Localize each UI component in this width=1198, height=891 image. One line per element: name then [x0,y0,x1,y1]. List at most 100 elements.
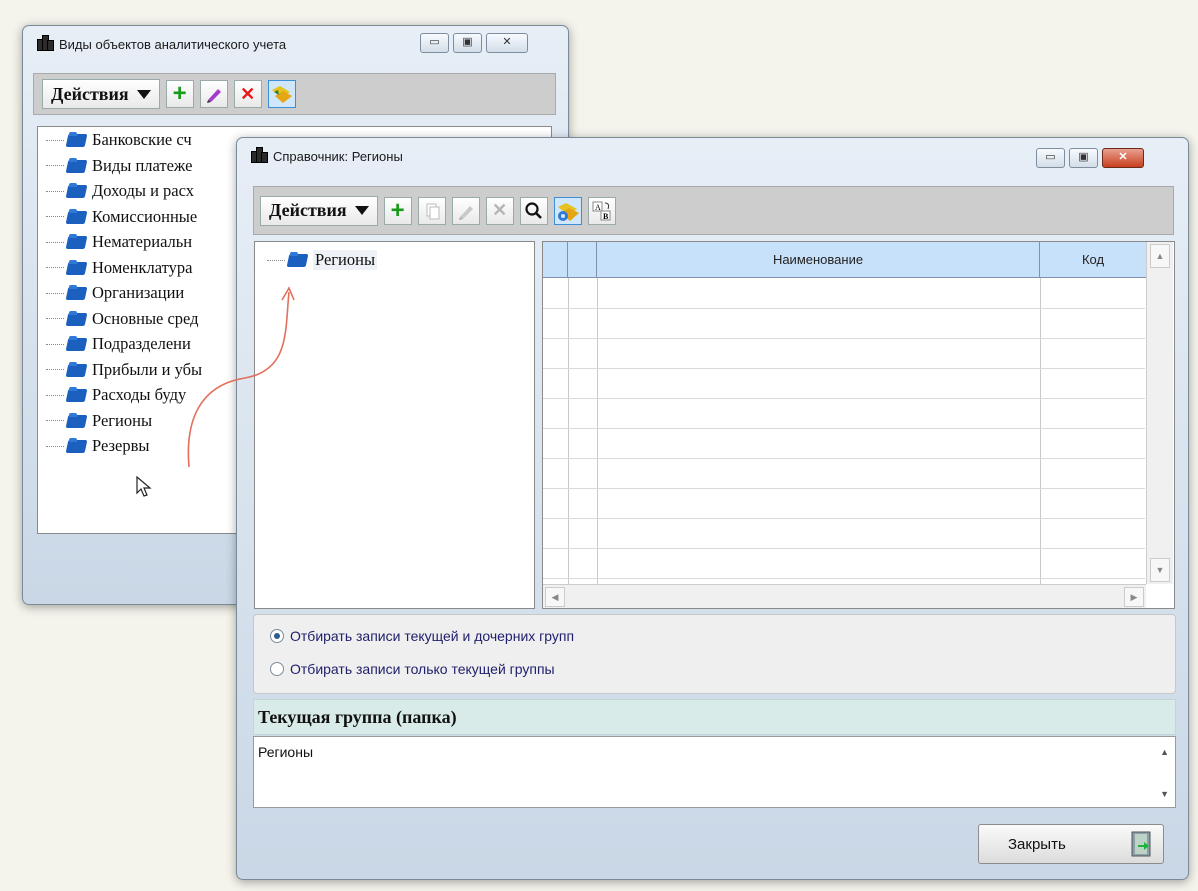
radio-unchecked-icon[interactable] [270,662,284,676]
maximize-button[interactable]: ▣ [453,33,482,53]
exit-door-icon [1131,831,1151,857]
folder-icon [66,157,88,174]
scroll-down-arrow-icon[interactable]: ▼ [1150,558,1170,582]
scroll-up-arrow-icon[interactable]: ▲ [1160,747,1169,757]
grid-row-line [543,458,1145,459]
scroll-up-arrow-icon[interactable]: ▲ [1150,244,1170,268]
tree-item-regions[interactable]: Регионы [267,250,378,270]
close-button[interactable]: Закрыть [978,824,1164,864]
folders-gear-icon [557,202,579,221]
plus-icon: + [172,80,187,107]
edit-button[interactable] [451,196,480,225]
current-group-field[interactable]: Регионы ▲ ▼ [253,736,1176,808]
edit-button[interactable] [199,80,228,108]
minimize-button[interactable]: ▭ [420,33,449,53]
tree-item[interactable]: Комиссионные [46,207,197,227]
delete-x-icon: ✕ [492,200,508,220]
filter-option-label: Отбирать записи текущей и дочерних групп [290,628,575,644]
svg-text:A: A [595,203,601,212]
tree-item[interactable]: Резервы [46,436,149,456]
grid-header-name-label: Наименование [772,252,864,267]
grid-row-line [543,518,1145,519]
records-grid[interactable]: Наименование Код ▲ ▼ ◀ ▶ [542,241,1175,609]
front-tree: Регионы [254,241,535,609]
tree-item[interactable]: Основные сред [46,309,199,329]
tree-item[interactable]: Номенклатура [46,258,192,278]
actions-menu-label: Действия [51,83,129,104]
grid-column-line [568,278,569,584]
search-button[interactable] [519,196,548,225]
folder-icon [66,310,88,327]
search-icon [525,201,542,219]
scroll-right-arrow-icon[interactable]: ▶ [1124,587,1144,607]
tree-connector [46,318,64,319]
tree-connector [46,394,64,396]
grid-row-line [543,338,1145,339]
current-group-title: Текущая группа (папка) [258,706,457,727]
actions-menu-button[interactable]: Действия [42,79,160,109]
maximize-button[interactable]: ▣ [1069,148,1098,168]
filter-option-current-only[interactable]: Отбирать записи только текущей группы [270,661,555,677]
tree-item[interactable]: Расходы буду [46,385,186,405]
tree-item[interactable]: Подразделени [46,334,191,354]
vertical-scrollbar[interactable]: ▲ ▼ [1146,242,1173,584]
tree-connector [46,216,64,217]
folder-icon [66,234,88,250]
tree-item-label: Прибыли и убы [92,359,203,379]
copy-button[interactable] [417,196,446,225]
tree-connector [46,369,64,370]
folders-button[interactable] [267,80,296,108]
dropdown-arrow-icon [354,206,369,215]
tree-item[interactable]: Регионы [46,411,152,431]
tree-item[interactable]: Организации [46,283,184,303]
grid-row-line [543,488,1145,489]
pencil-icon [206,89,221,103]
add-button[interactable]: + [165,80,194,108]
back-window-titlebar: Виды объектов аналитического учета ▭ ▣ ✕ [23,26,568,62]
actions-menu-button[interactable]: Действия [260,195,378,226]
folder-icon [66,183,88,199]
grid-header-blank-1 [543,242,568,278]
folder-icon [66,336,88,352]
folder-icon [66,412,88,429]
radio-checked-icon[interactable] [270,629,284,643]
actions-menu-label: Действия [269,200,347,220]
horizontal-scrollbar[interactable]: ◀ ▶ [543,584,1146,608]
tree-connector [46,445,64,447]
sort-ab-icon: AB [592,201,611,221]
grid-row-line [543,308,1145,309]
close-window-button[interactable]: ✕ [1102,148,1144,168]
tree-item-label: Доходы и расх [92,181,194,200]
grid-header-name[interactable]: Наименование [597,242,1040,278]
tree-item[interactable]: Банковские сч [46,130,192,150]
front-window-title: Справочник: Регионы [273,148,403,164]
back-toolbar: Действия + ✕ [33,73,556,115]
tree-item[interactable]: Прибыли и убы [46,360,202,380]
copy-icon [426,203,440,219]
scroll-left-arrow-icon[interactable]: ◀ [545,587,565,607]
tree-item[interactable]: Виды платеже [46,156,192,176]
grid-row-line [543,368,1145,369]
tree-item-label: Регионы [313,250,378,270]
tree-item-label: Расходы буду [92,385,187,404]
folders-settings-button[interactable] [553,196,582,225]
folder-icon [287,252,309,268]
tree-item[interactable]: Доходы и расх [46,181,194,201]
front-window: Справочник: Регионы ▭ ▣ ✕ Действия + ✕ A… [236,137,1189,880]
folder-icon [66,438,88,454]
grid-row-line [543,428,1145,429]
delete-button[interactable]: ✕ [233,80,262,108]
grid-header-code[interactable]: Код [1040,242,1146,278]
minimize-button[interactable]: ▭ [1036,148,1065,168]
close-window-button[interactable]: ✕ [486,33,528,53]
scroll-down-arrow-icon[interactable]: ▼ [1160,789,1169,799]
sort-button[interactable]: AB [587,196,616,225]
filter-option-include-children[interactable]: Отбирать записи текущей и дочерних групп [270,628,574,644]
filter-option-label: Отбирать записи только текущей группы [290,661,555,677]
grid-row-line [543,548,1145,549]
grid-column-line [1040,278,1041,584]
tree-item[interactable]: Нематериальн [46,232,192,252]
delete-button[interactable]: ✕ [485,196,514,225]
close-button-label: Закрыть [1008,835,1066,853]
add-button[interactable]: + [383,196,412,225]
